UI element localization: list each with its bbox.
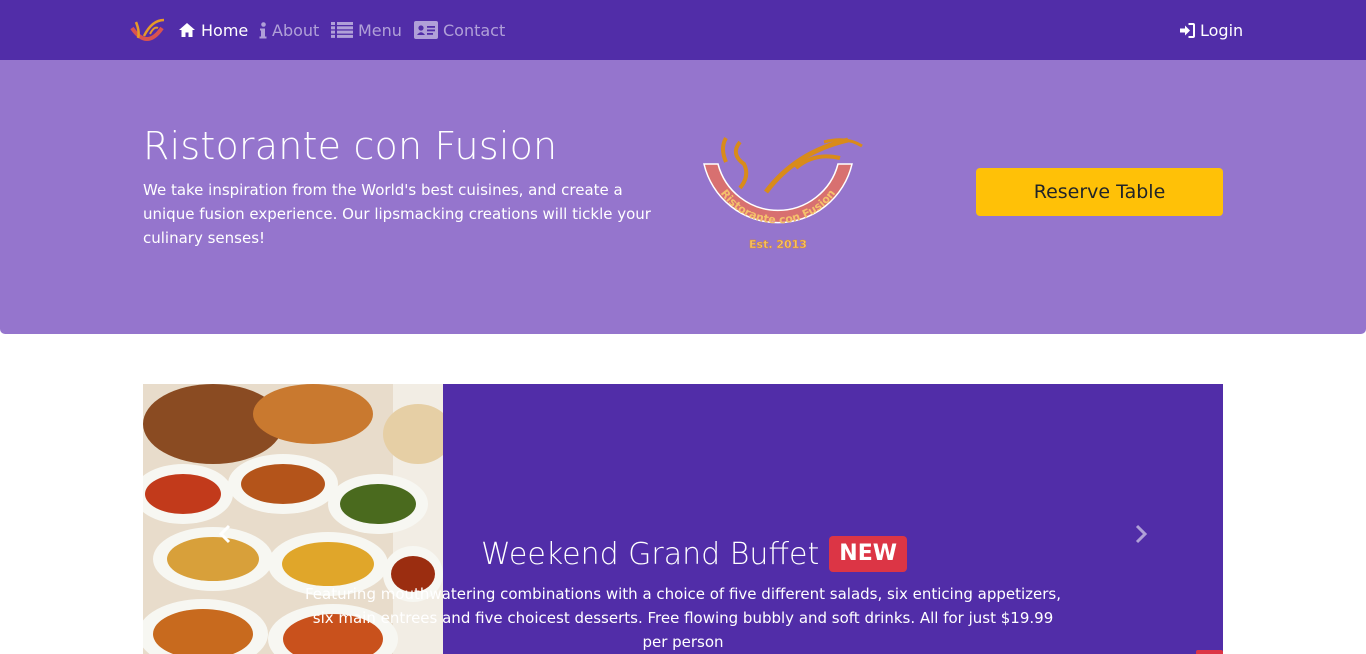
carousel-indicator-partial[interactable] <box>1196 650 1223 654</box>
chevron-right-icon <box>1135 524 1148 544</box>
nav-menu-label: Menu <box>358 20 402 40</box>
restaurant-logo-icon: Ristorante con Fusion Est. 2013 <box>703 136 863 251</box>
carousel-next-button[interactable] <box>1131 522 1151 546</box>
nav-menu[interactable]: Menu <box>331 0 402 60</box>
nav-about-label: About <box>272 20 320 40</box>
nav-contact[interactable]: Contact <box>414 0 505 60</box>
login-label: Login <box>1200 20 1244 40</box>
nav-home-label: Home <box>201 20 249 40</box>
reserve-table-button[interactable]: Reserve Table <box>976 168 1223 216</box>
list-icon <box>331 22 353 38</box>
address-card-icon <box>414 21 438 39</box>
nav-contact-label: Contact <box>443 20 506 40</box>
hero-description: We take inspiration from the World's bes… <box>143 181 651 247</box>
home-icon <box>179 23 195 37</box>
brand-logo-icon[interactable] <box>128 16 166 46</box>
carousel: Weekend Grand Buffet NEW Featuring mouth… <box>143 384 1223 654</box>
nav-about[interactable]: About <box>259 0 319 60</box>
carousel-caption-title: Weekend Grand Buffet NEW <box>481 534 907 574</box>
login-link[interactable]: Login <box>1180 0 1243 60</box>
sign-in-icon <box>1180 22 1195 38</box>
chevron-left-icon <box>218 524 231 544</box>
info-icon <box>259 21 267 38</box>
logo-est-text: Est. 2013 <box>749 238 807 251</box>
page-title: Ristorante con Fusion <box>143 124 558 168</box>
carousel-prev-button[interactable] <box>215 522 235 546</box>
new-badge: NEW <box>829 536 907 572</box>
navbar: Home About Menu Contact Login <box>0 0 1366 60</box>
nav-home[interactable]: Home <box>178 0 248 60</box>
carousel-title-text: Weekend Grand Buffet <box>481 536 820 572</box>
carousel-caption-text: Featuring mouthwatering combinations wit… <box>304 585 1061 651</box>
